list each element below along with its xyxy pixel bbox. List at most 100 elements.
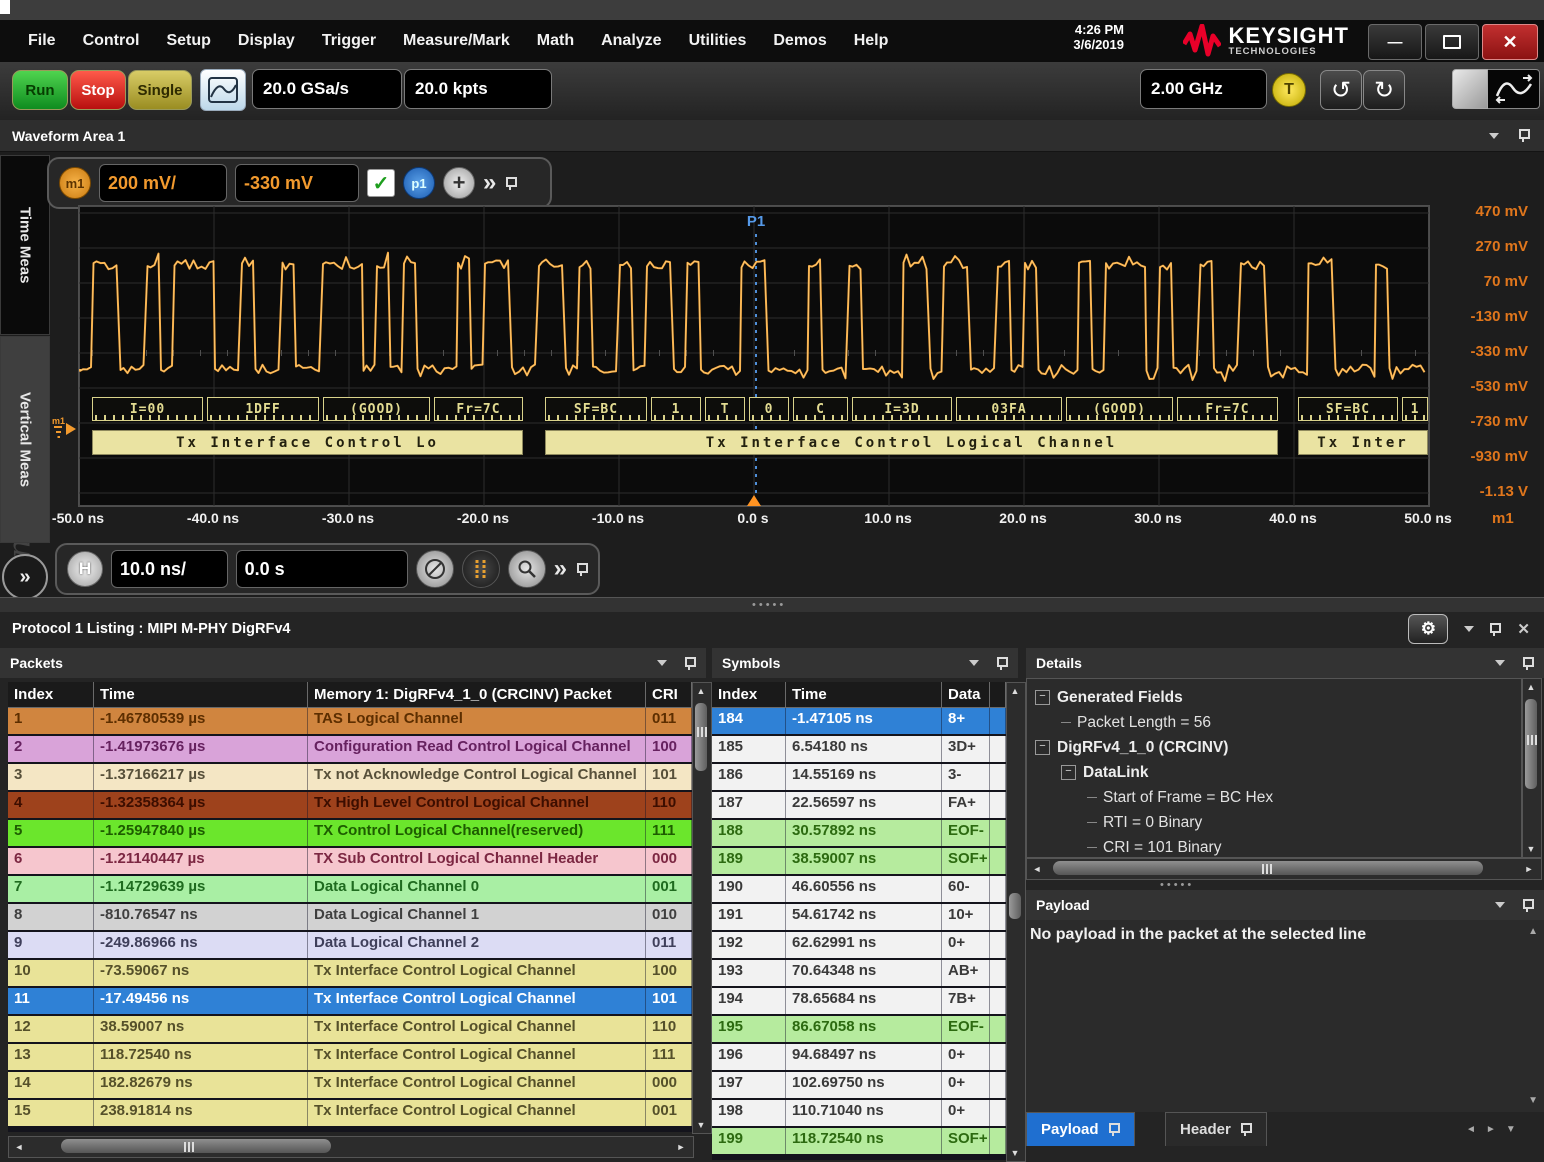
timebase-position-field[interactable]: 0.0 s	[236, 550, 408, 588]
menu-utilities[interactable]: Utilities	[689, 32, 747, 50]
channel-more-chevron-icon[interactable]: »	[483, 173, 496, 193]
details-hscrollbar[interactable]: ◄ ►	[1026, 858, 1542, 880]
protocol-settings-button[interactable]: ⚙	[1408, 614, 1448, 644]
scroll-down-icon[interactable]: ▼	[1007, 1145, 1023, 1161]
marker-p1-label[interactable]: P1	[747, 213, 765, 230]
scroll-down-icon[interactable]: ▼	[693, 1117, 709, 1133]
symbol-row[interactable]: 19694.68497 ns0+	[712, 1044, 1006, 1070]
symbol-row[interactable]: 19586.67058 nsEOF-	[712, 1016, 1006, 1042]
payload-scroll-down-icon[interactable]: ▼	[1528, 1095, 1538, 1106]
menu-setup[interactable]: Setup	[166, 32, 210, 50]
decode-value-segment[interactable]: SF=BC	[1298, 397, 1398, 421]
symbol-row[interactable]: 19478.65684 ns7B+	[712, 988, 1006, 1014]
protocol-dropdown-icon[interactable]	[1464, 626, 1474, 632]
symbols-dropdown-icon[interactable]	[969, 660, 979, 666]
ground-marker-m1[interactable]: m1	[52, 415, 78, 452]
decode-value-segment[interactable]: (GOOD)	[1066, 397, 1173, 421]
packets-hscroll-thumb[interactable]	[61, 1139, 331, 1153]
packet-row[interactable]: 14182.82679 nsTx Interface Control Logic…	[8, 1072, 692, 1098]
details-pin-icon[interactable]	[1521, 656, 1534, 671]
scroll-left-icon[interactable]: ◄	[11, 1139, 27, 1155]
tab-pin-icon[interactable]	[1239, 1122, 1252, 1137]
waveform-area-dropdown-icon[interactable]	[1489, 133, 1499, 139]
decode-value-segment[interactable]: 1	[651, 397, 701, 421]
decode-value-segment[interactable]: SF=BC	[545, 397, 647, 421]
scroll-right-icon[interactable]: ►	[673, 1139, 689, 1155]
scroll-down-icon[interactable]: ▼	[1523, 841, 1539, 857]
symbol-row[interactable]: 199118.72540 nsSOF+	[712, 1128, 1006, 1154]
decode-value-segment[interactable]: 03FA	[956, 397, 1062, 421]
packet-row[interactable]: 1-1.46780539 µsTAS Logical Channel011	[8, 708, 692, 734]
details-splitter-grip[interactable]: •••••	[1160, 880, 1194, 890]
packet-row-selected[interactable]: 11-17.49456 nsTx Interface Control Logic…	[8, 988, 692, 1014]
details-tree-item[interactable]: Packet Length = 56	[1035, 710, 1273, 735]
packets-dropdown-icon[interactable]	[657, 660, 667, 666]
packets-pin-icon[interactable]	[683, 656, 696, 671]
memory-depth-field[interactable]: 20.0 kpts	[404, 69, 552, 109]
decode-value-segment[interactable]: 1DFF	[207, 397, 319, 421]
channel-m1-badge[interactable]: m1	[59, 167, 91, 199]
tab-pin-icon[interactable]	[1107, 1122, 1120, 1137]
packet-row[interactable]: 3-1.37166217 µsTx not Acknowledge Contro…	[8, 764, 692, 790]
symbols-vscrollbar[interactable]: ▲ ▼	[1006, 682, 1026, 1162]
packet-row[interactable]: 13118.72540 nsTx Interface Control Logic…	[8, 1044, 692, 1070]
waveform-area-pin-icon[interactable]	[1517, 128, 1530, 143]
channel-visible-checkbox[interactable]: ✓	[367, 169, 395, 197]
payload-dropdown-icon[interactable]	[1495, 902, 1505, 908]
symbol-row[interactable]: 19262.62991 ns0+	[712, 932, 1006, 958]
symbol-row-selected[interactable]: 184-1.47105 ns8+	[712, 708, 1006, 734]
decode-value-segment[interactable]: 1	[1402, 397, 1428, 421]
menu-trigger[interactable]: Trigger	[322, 32, 376, 50]
symbols-vscroll-thumb[interactable]	[1009, 893, 1021, 919]
trigger-badge[interactable]: T	[1272, 73, 1306, 107]
menu-control[interactable]: Control	[83, 32, 140, 50]
symbol-row[interactable]: 18722.56597 nsFA+	[712, 792, 1006, 818]
symbol-row[interactable]: 19046.60556 ns60-	[712, 876, 1006, 902]
packet-row[interactable]: 6-1.21140447 µsTX Sub Control Logical Ch…	[8, 848, 692, 874]
menu-math[interactable]: Math	[537, 32, 574, 50]
horizontal-more-chevron-icon[interactable]: »	[554, 559, 567, 579]
scroll-left-icon[interactable]: ◄	[1029, 861, 1045, 877]
bandwidth-field[interactable]: 2.00 GHz	[1140, 69, 1267, 109]
decode-value-segment[interactable]: T	[705, 397, 745, 421]
details-tree-item[interactable]: −DataLink	[1035, 760, 1273, 785]
run-button[interactable]: Run	[12, 70, 68, 110]
packet-row[interactable]: 9-249.86966 nsData Logical Channel 2011	[8, 932, 692, 958]
packets-vscrollbar[interactable]: ▲ ▼	[692, 682, 712, 1134]
protocol-close-icon[interactable]: ✕	[1517, 620, 1530, 638]
undo-button[interactable]: ↺	[1320, 70, 1362, 110]
vertical-offset-field[interactable]: -330 mV	[235, 164, 359, 202]
decode-value-segment[interactable]: (GOOD)	[323, 397, 430, 421]
trigger-position-marker[interactable]	[747, 495, 761, 506]
symbol-row[interactable]: 18614.55169 ns3-	[712, 764, 1006, 790]
decode-value-segment[interactable]: I=3D	[852, 397, 952, 421]
single-button[interactable]: Single	[128, 70, 192, 110]
packets-vscroll-thumb[interactable]	[695, 703, 707, 771]
packet-row[interactable]: 5-1.25947840 µsTX Control Logical Channe…	[8, 820, 692, 846]
channel-bar-pin-icon[interactable]	[504, 176, 517, 191]
histogram-button[interactable]	[462, 550, 500, 588]
symbol-row[interactable]: 18830.57892 nsEOF-	[712, 820, 1006, 846]
scroll-up-icon[interactable]: ▲	[693, 683, 709, 699]
details-tree-item[interactable]: RTI = 0 Binary	[1035, 810, 1273, 835]
decode-value-segment[interactable]: C	[793, 397, 848, 421]
symbol-row[interactable]: 19370.64348 nsAB+	[712, 960, 1006, 986]
packet-row[interactable]: 10-73.59067 nsTx Interface Control Logic…	[8, 960, 692, 986]
details-vscrollbar[interactable]: ▲ ▼	[1522, 678, 1542, 858]
tree-collapse-icon[interactable]: −	[1061, 765, 1076, 780]
probe-p1-badge[interactable]: p1	[403, 167, 435, 199]
timebase-scale-field[interactable]: 10.0 ns/	[111, 550, 228, 588]
packets-hscrollbar[interactable]: ◄ ►	[8, 1136, 694, 1158]
display-settings-button[interactable]	[200, 69, 246, 111]
scroll-right-icon[interactable]: ►	[1521, 861, 1537, 877]
zoom-button[interactable]	[508, 550, 546, 588]
tab-vertical-meas[interactable]: Vertical Meas	[0, 336, 50, 543]
tab-payload[interactable]: Payload	[1026, 1112, 1135, 1146]
payload-pin-icon[interactable]	[1521, 898, 1534, 913]
packet-row[interactable]: 7-1.14729639 µsData Logical Channel 0001	[8, 876, 692, 902]
symbol-row[interactable]: 18938.59007 nsSOF+	[712, 848, 1006, 874]
acquisition-mode-button[interactable]	[416, 550, 454, 588]
sample-rate-field[interactable]: 20.0 GSa/s	[252, 69, 402, 109]
symbol-row[interactable]: 1856.54180 ns3D+	[712, 736, 1006, 762]
tree-collapse-icon[interactable]: −	[1035, 690, 1050, 705]
